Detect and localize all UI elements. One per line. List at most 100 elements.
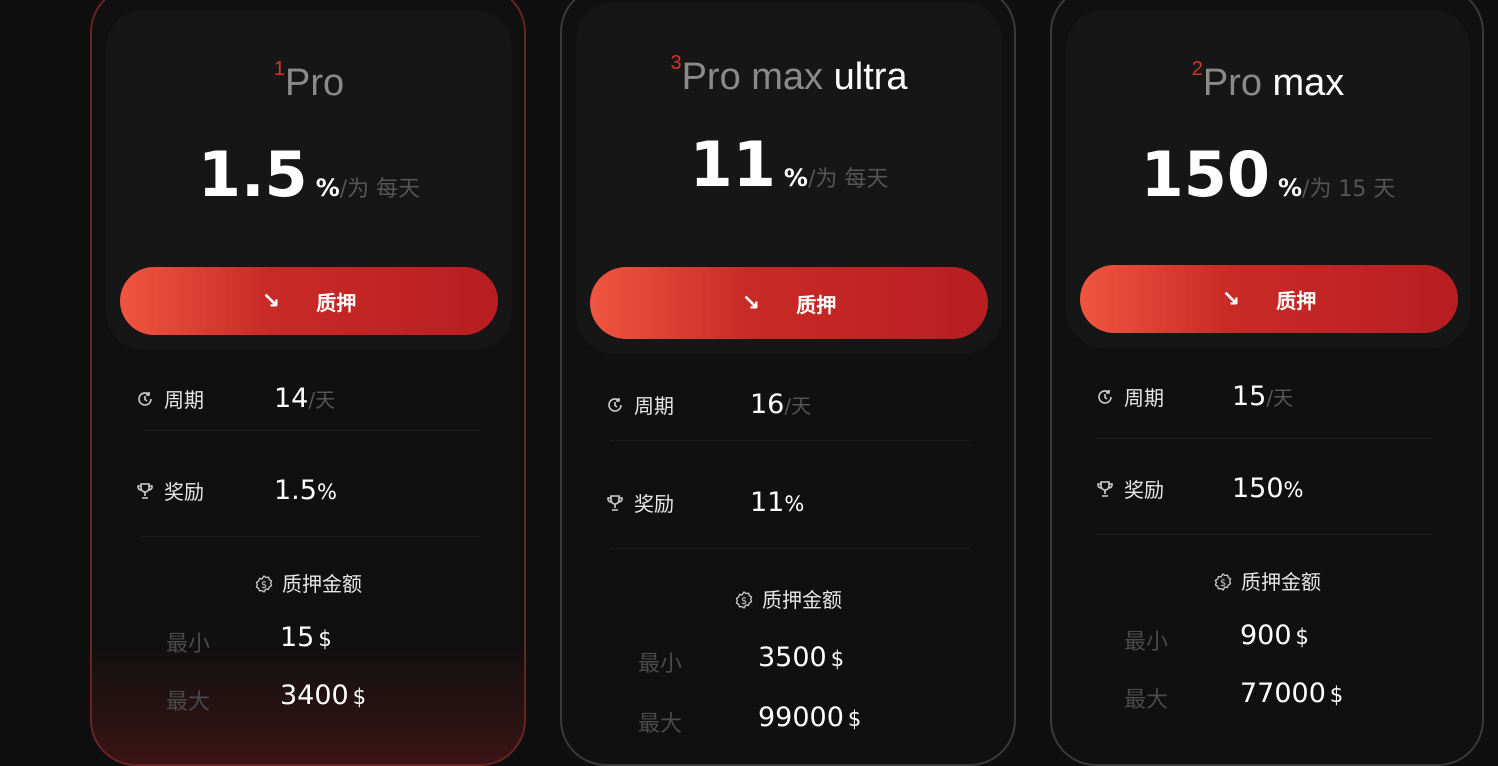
rate-period: /为 每天: [339, 177, 421, 202]
dollar-coin-icon: $: [734, 590, 754, 615]
stake-button-label: 质押: [316, 290, 357, 315]
reward-row: 奖励 1.5%: [134, 475, 337, 506]
cycle-number: 16: [750, 389, 785, 420]
cycle-value: 15/天: [1232, 381, 1293, 412]
svg-text:$: $: [1220, 578, 1226, 589]
min-number: 900: [1240, 620, 1292, 651]
plan-rank: 3: [670, 52, 682, 74]
stake-button-label: 质押: [796, 292, 837, 317]
min-value: 15 $: [280, 622, 332, 653]
currency: $: [318, 627, 332, 651]
svg-text:$: $: [741, 596, 747, 607]
max-label: 最大: [638, 712, 683, 737]
dollar-coin-icon: $: [1213, 572, 1233, 597]
plan-rate: 150 %/为 15 天: [1066, 138, 1470, 211]
divider: [140, 536, 480, 537]
plan-name-white: max: [1272, 62, 1345, 104]
cycle-row: 周期 15/天: [1094, 381, 1293, 412]
cycle-unit: /天: [1266, 386, 1294, 410]
plan-card-pro-max: 2Pro max 150 %/为 15 天 ↘ 质押 周期 15/天 奖励 150…: [1050, 0, 1484, 766]
rate-period: /为 15 天: [1302, 177, 1396, 202]
max-value: 77000 $: [1240, 678, 1343, 709]
cycle-label: 周期: [634, 394, 674, 418]
reward-label: 奖励: [164, 480, 204, 504]
max-number: 99000: [758, 702, 844, 733]
min-label: 最小: [638, 652, 683, 677]
trophy-icon: [604, 493, 626, 513]
max-number: 3400: [280, 680, 349, 711]
divider: [610, 440, 970, 441]
cycle-number: 14: [274, 383, 309, 414]
currency: $: [352, 685, 367, 709]
min-number: 15: [280, 622, 315, 653]
reward-number: 1.5: [274, 475, 317, 506]
rate-percent: %: [783, 164, 808, 192]
rate-period: /为 每天: [807, 167, 889, 192]
plan-name-grey: Pro max: [681, 56, 824, 98]
cycle-label: 周期: [164, 388, 204, 412]
min-value: 900 $: [1240, 620, 1309, 651]
reward-row: 奖励 150%: [1094, 473, 1304, 504]
plan-rank: 1: [273, 58, 285, 80]
cycle-row: 周期 16/天: [604, 389, 811, 420]
plan-name-white: ultra: [833, 56, 908, 98]
dollar-coin-icon: $: [254, 574, 274, 599]
plan-header: 3Pro max ultra 11 %/为 每天 ↘ 质押: [576, 2, 1002, 354]
clock-icon: [134, 389, 156, 409]
plan-rate: 11 %/为 每天: [576, 128, 1002, 201]
arrow-down-right-icon: ↘: [1221, 286, 1241, 312]
reward-row: 奖励 11%: [604, 487, 804, 518]
min-value: 3500 $: [758, 642, 844, 673]
divider: [1092, 438, 1432, 439]
stake-button[interactable]: ↘ 质押: [120, 267, 498, 335]
plan-rate: 1.5 %/为 每天: [106, 138, 512, 211]
clock-icon: [1094, 387, 1116, 407]
max-value: 99000 $: [758, 702, 861, 733]
stake-button-label: 质押: [1276, 288, 1317, 313]
plan-card-pro-max-ultra: 3Pro max ultra 11 %/为 每天 ↘ 质押 周期 16/天 奖励 …: [560, 0, 1016, 766]
plan-title: 2Pro max: [1066, 58, 1470, 105]
max-label: 最大: [166, 690, 211, 715]
reward-unit: %: [316, 480, 337, 504]
amount-label: 质押金额: [1241, 570, 1321, 594]
cycle-number: 15: [1232, 381, 1267, 412]
plan-name-grey: Pro: [1202, 62, 1262, 104]
arrow-down-right-icon: ↘: [261, 288, 281, 314]
reward-number: 11: [750, 487, 785, 518]
amount-header: $ 质押金额: [92, 568, 524, 599]
cycle-value: 16/天: [750, 389, 811, 420]
reward-label: 奖励: [634, 492, 674, 516]
divider: [610, 548, 970, 549]
amount-header: $ 质押金额: [562, 584, 1014, 615]
currency: $: [1295, 625, 1309, 649]
min-label: 最小: [1124, 630, 1169, 655]
cycle-row: 周期 14/天: [134, 383, 335, 414]
plan-title: 3Pro max ultra: [576, 52, 1002, 99]
reward-unit: %: [1283, 478, 1304, 502]
divider: [1092, 534, 1432, 535]
min-label: 最小: [166, 632, 211, 657]
rate-percent: %: [1277, 174, 1303, 202]
currency: $: [1329, 683, 1344, 707]
cycle-unit: /天: [308, 388, 336, 412]
plan-title: 1Pro: [106, 58, 512, 105]
min-number: 3500: [758, 642, 827, 673]
stake-button[interactable]: ↘ 质押: [590, 267, 988, 339]
arrow-down-right-icon: ↘: [741, 290, 761, 316]
cycle-unit: /天: [784, 394, 812, 418]
max-value: 3400 $: [280, 680, 366, 711]
trophy-icon: [134, 481, 156, 501]
cycle-value: 14/天: [274, 383, 335, 414]
max-label: 最大: [1124, 688, 1169, 713]
currency: $: [830, 647, 845, 671]
reward-value: 150%: [1232, 473, 1304, 504]
stake-button[interactable]: ↘ 质押: [1080, 265, 1458, 333]
reward-number: 150: [1232, 473, 1284, 504]
cycle-label: 周期: [1124, 386, 1164, 410]
plan-rank: 2: [1191, 58, 1203, 80]
divider: [140, 430, 480, 431]
trophy-icon: [1094, 479, 1116, 499]
plan-name-grey: Pro: [284, 62, 345, 104]
plan-card-pro: 1Pro 1.5 %/为 每天 ↘ 质押 周期 14/天 奖励 1.5% $ 质押金…: [90, 0, 526, 766]
rate-value: 1.5: [197, 138, 308, 211]
